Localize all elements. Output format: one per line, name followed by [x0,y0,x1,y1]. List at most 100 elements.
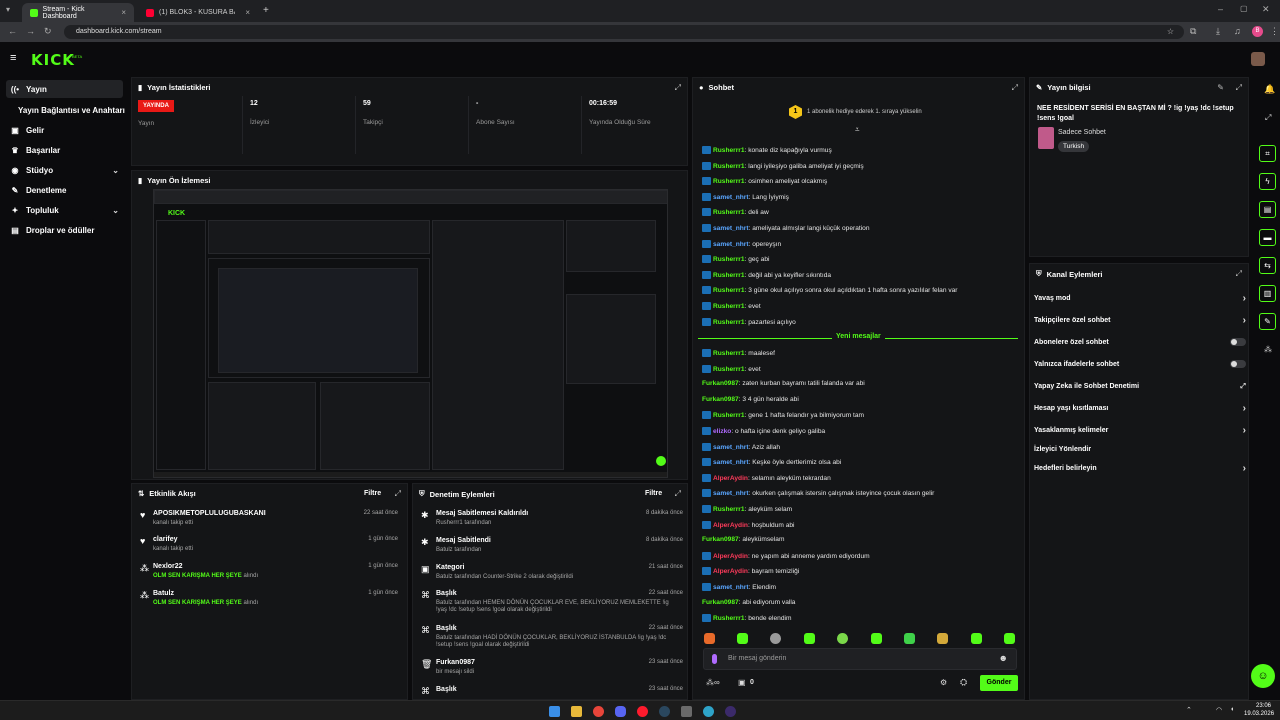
chat-username[interactable]: Rusherrr1 [713,209,745,216]
user-avatar[interactable] [1251,52,1265,66]
chat-username[interactable]: samet_nhrt [713,225,749,232]
chat-username[interactable]: Rusherrr1 [713,147,745,154]
chat-username[interactable]: Furkan0987 [702,536,739,543]
chat-message[interactable]: Rusherrr1: maalesef [702,349,775,357]
chat-message[interactable]: AlperAydin: ne yapım abi anneme yardım e… [702,551,870,560]
chat-message[interactable]: Rusherrr1: aleyküm selam [702,505,792,513]
chat-message[interactable]: samet_nhrt: okurken çalışmak istersin ça… [702,489,934,498]
sidebar-item-droplar[interactable]: ▤ Droplar ve ödüller [6,221,123,239]
chat-username[interactable]: Rusherrr1 [713,178,745,185]
steam-icon[interactable] [659,706,670,717]
obs-icon[interactable] [725,706,736,717]
action-goals[interactable]: Hedefleri belirleyin › [1034,463,1246,474]
chrome-icon[interactable] [593,706,604,717]
chat-message[interactable]: Furkan0987: abi ediyorum valla [702,599,795,606]
chat-message[interactable]: samet_nhrt: Aziz allah [702,442,780,451]
file-explorer-icon[interactable] [571,706,582,717]
tab-kick-dashboard[interactable]: Stream - Kick Dashboard × [22,3,134,22]
chat-username[interactable]: Rusherrr1 [713,365,745,372]
chat-username[interactable]: Rusherrr1 [713,272,745,279]
chat-message[interactable]: Rusherrr1: geç abi [702,255,769,264]
chat-username[interactable]: AlperAydin [713,568,748,575]
chat-message[interactable]: elizko: o hafta içine denk geliyo galiba [702,427,825,435]
emote-icon[interactable] [937,633,948,644]
media-icon[interactable]: ♫ [1234,26,1241,36]
new-tab-button[interactable]: + [263,5,269,16]
chat-username[interactable]: Rusherrr1 [713,256,745,263]
quick-ban-icon[interactable]: ▥ [1259,285,1276,302]
emote-icon[interactable] [770,633,781,644]
quick-add-icon[interactable]: ⁂ [1264,345,1272,354]
chat-username[interactable]: Rusherrr1 [713,162,745,169]
hamburger-menu-icon[interactable]: ≡ [10,52,16,64]
chat-message[interactable]: samet_nhrt: opereyşın [702,239,781,248]
chat-username[interactable]: Rusherrr1 [713,615,745,622]
tab-search-icon[interactable]: ▾ [6,5,10,14]
emote-icon[interactable] [804,633,815,644]
opera-icon[interactable] [637,706,648,717]
sidebar-item-topluluk[interactable]: ✦ Topluluk ⌄ [6,201,123,219]
emote-icon[interactable] [1004,633,1015,644]
chat-username[interactable]: samet_nhrt [713,490,749,497]
chat-username[interactable]: samet_nhrt [713,240,749,247]
chat-username[interactable]: samet_nhrt [713,443,749,450]
chat-message[interactable]: Furkan0987: aleykümselam [702,536,784,543]
filter-button[interactable]: Filtre [364,490,381,497]
expand-icon[interactable]: ⤢ [675,83,681,93]
expand-icon[interactable]: ⤢ [1236,269,1242,279]
download-icon[interactable]: ⤓ [1216,26,1220,37]
chat-username[interactable]: Furkan0987 [702,380,739,387]
sidebar-item-gelir[interactable]: ▣ Gelir [6,121,123,139]
emote-icon[interactable] [704,633,715,644]
emote-icon[interactable] [737,633,748,644]
chat-message[interactable]: Rusherrr1: 3 güne okul açılıyo sonra oku… [702,286,958,295]
subs-only-toggle[interactable] [1230,338,1246,346]
chat-message[interactable]: Furkan0987: 3 4 gün heralde abi [702,396,799,403]
chat-message[interactable]: Rusherrr1: bende elendim [702,614,791,623]
pinned-collapse-icon[interactable]: ⩡ [855,125,860,135]
close-window-icon[interactable]: ✕ [1262,4,1270,15]
gift-banner[interactable]: 1 1 abonelik hediye ederek 1. sıraya yük… [789,105,922,119]
expand-icon[interactable]: ⤢ [1236,83,1242,93]
chat-message[interactable]: samet_nhrt: Lang İyiymiş [702,192,789,201]
chat-username[interactable]: Rusherrr1 [713,303,745,310]
back-icon[interactable]: ← [8,26,17,36]
action-subs-only[interactable]: Abonelere özel sohbet [1034,338,1246,346]
sidebar-item-stream-key[interactable]: Yayın Bağlantısı ve Anahtarı [14,101,128,119]
expand-icon[interactable]: ⤢ [395,489,401,499]
maximize-icon[interactable]: ▢ [1240,4,1248,13]
quick-chat-icon[interactable]: ▬ [1259,229,1276,246]
discord-icon[interactable] [615,706,626,717]
sidebar-item-basarilar[interactable]: ♛ Başarılar [6,141,123,159]
filter-button[interactable]: Filtre [645,490,662,497]
category-name[interactable]: Sadece Sohbet [1058,129,1106,136]
quick-raid-icon[interactable]: ⇆ [1259,257,1276,274]
edit-icon[interactable]: ✎ [1217,83,1224,92]
url-input[interactable]: dashboard.kick.com/stream ☆ [64,25,1184,39]
forward-icon[interactable]: → [26,26,35,36]
chat-username[interactable]: AlperAydin [713,521,748,528]
tray-chevron-icon[interactable]: ⌃ [1186,706,1192,714]
chat-message[interactable]: Rusherrr1: langi iyileşiyo galiba ameliy… [702,161,864,170]
emote-icon[interactable] [871,633,882,644]
chat-username[interactable]: Rusherrr1 [713,412,745,419]
action-followers-only[interactable]: Takipçilere özel sohbet › [1034,315,1246,326]
chat-settings-icon[interactable]: ⚙ [940,678,947,687]
expand-icon[interactable]: ⤢ [675,489,681,499]
chat-username[interactable]: Rusherrr1 [713,287,745,294]
expand-icon[interactable]: ⤢ [1012,83,1018,93]
chat-input[interactable]: Bir mesaj gönderin ☻ [703,648,1017,670]
chat-message[interactable]: Furkan0987: zaten kurban bayramı tatili … [702,380,865,387]
chat-message[interactable]: samet_nhrt: Keşke öyle dertlerimiz olsa … [702,458,841,467]
reload-icon[interactable]: ↻ [44,26,52,37]
chat-username[interactable]: samet_nhrt [713,459,749,466]
chat-message[interactable]: AlperAydin: bayram temizliği [702,567,799,576]
close-tab-icon[interactable]: × [121,8,126,17]
profile-avatar[interactable]: B [1252,26,1263,37]
chat-username[interactable]: samet_nhrt [713,584,749,591]
action-banned-words[interactable]: Yasaklanmış kelimeler › [1034,425,1246,436]
chat-username[interactable]: Rusherrr1 [713,318,745,325]
chat-message[interactable]: samet_nhrt: ameliyata almışlar langi küç… [702,224,870,232]
chat-username[interactable]: elizko [713,428,731,435]
channel-points-icon[interactable]: ⁂∞ [706,678,720,687]
